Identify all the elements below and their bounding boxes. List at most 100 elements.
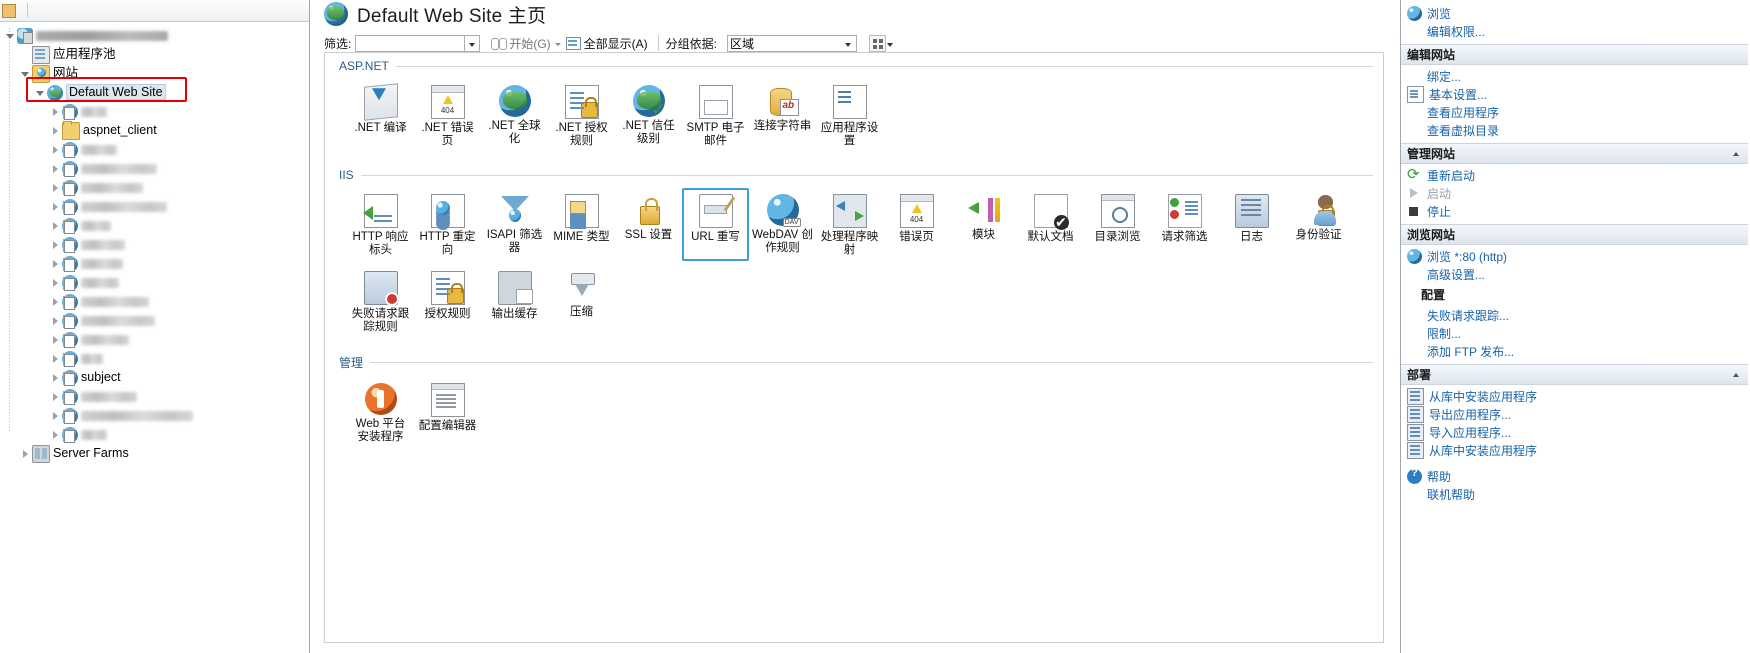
feature-tile-http-response-headers[interactable]: HTTP 响应标头 xyxy=(347,188,414,261)
expand-arrow-icon[interactable] xyxy=(51,411,61,421)
expand-arrow-icon[interactable] xyxy=(51,430,61,440)
feature-tile-url-rewrite[interactable]: URL 重写 xyxy=(682,188,749,261)
tree-item-redacted[interactable] xyxy=(0,292,309,311)
action-item-限制[interactable]: 限制... xyxy=(1401,324,1750,342)
action-item-帮助[interactable]: 帮助 xyxy=(1401,467,1750,485)
feature-tile-web-platform-installer[interactable]: Web 平台安装程序 xyxy=(347,377,414,448)
tree-item-server-farms[interactable]: Server Farms xyxy=(0,444,309,463)
collapse-arrow-icon[interactable] xyxy=(6,31,16,41)
chevron-down-icon[interactable] xyxy=(1730,147,1743,160)
feature-tile-request-filtering[interactable]: 请求筛选 xyxy=(1151,188,1218,261)
feature-tile-net-globalization[interactable]: .NET 全球化 xyxy=(481,79,548,152)
tree-item-subject[interactable]: subject xyxy=(0,368,309,387)
group-by-select[interactable]: 区域 xyxy=(727,34,858,52)
expand-arrow-icon[interactable] xyxy=(51,126,61,136)
action-item-重新启动[interactable]: 重新启动 xyxy=(1401,165,1750,184)
action-section-header[interactable]: 部署 xyxy=(1401,364,1748,385)
tree-item-redacted[interactable] xyxy=(0,102,309,121)
tree-item-redacted[interactable] xyxy=(0,425,309,444)
tree-item-redacted[interactable] xyxy=(0,387,309,406)
expand-arrow-icon[interactable] xyxy=(51,164,61,174)
expand-arrow-icon[interactable] xyxy=(21,449,31,459)
feature-tile-ssl-settings[interactable]: SSL 设置 xyxy=(615,188,682,261)
feature-tile-default-document[interactable]: 默认文档 xyxy=(1017,188,1084,261)
expand-arrow-icon[interactable] xyxy=(51,259,61,269)
feature-tile-net-error-pages[interactable]: .NET 错误页 xyxy=(414,79,481,152)
action-item-编辑权限[interactable]: 编辑权限... xyxy=(1401,22,1750,40)
tree-item-redacted[interactable] xyxy=(0,349,309,368)
tree-item-redacted[interactable] xyxy=(0,311,309,330)
expand-arrow-icon[interactable] xyxy=(51,278,61,288)
tree-item--[interactable]: 网站 xyxy=(0,64,309,83)
action-item-从库中安装应用程序[interactable]: 从库中安装应用程序 xyxy=(1401,387,1750,405)
feature-tile-error-pages[interactable]: 错误页 xyxy=(883,188,950,261)
tree-item-redacted[interactable] xyxy=(0,330,309,349)
feature-tile-application-settings[interactable]: 应用程序设置 xyxy=(816,79,883,152)
tree-item-redacted[interactable] xyxy=(0,178,309,197)
feature-tile-net-compilation[interactable]: .NET 编译 xyxy=(347,79,414,152)
filter-dropdown-arrow[interactable] xyxy=(465,34,481,52)
expand-arrow-icon[interactable] xyxy=(51,221,61,231)
action-item-查看应用程序[interactable]: 查看应用程序 xyxy=(1401,103,1750,121)
action-item-高级设置[interactable]: 高级设置... xyxy=(1401,265,1750,283)
feature-tile-modules[interactable]: 模块 xyxy=(950,188,1017,261)
action-item-从库中安装应用程序[interactable]: 从库中安装应用程序 xyxy=(1401,441,1750,459)
feature-tile-authentication[interactable]: 身份验证 xyxy=(1285,188,1352,261)
chevron-down-icon[interactable] xyxy=(1730,368,1743,381)
feature-tile-directory-browsing[interactable]: 目录浏览 xyxy=(1084,188,1151,261)
action-item-查看虚拟目录[interactable]: 查看虚拟目录 xyxy=(1401,121,1750,139)
expand-arrow-icon[interactable] xyxy=(51,392,61,402)
expand-arrow-icon[interactable] xyxy=(51,354,61,364)
expand-arrow-icon[interactable] xyxy=(51,297,61,307)
tree-item-redacted[interactable] xyxy=(0,140,309,159)
view-mode-caret-icon[interactable] xyxy=(886,35,896,52)
tree-item-aspnet-client[interactable]: aspnet_client xyxy=(0,120,309,140)
start-caret-icon[interactable] xyxy=(554,37,563,50)
expand-arrow-icon[interactable] xyxy=(51,316,61,326)
action-item-导入应用程序[interactable]: 导入应用程序... xyxy=(1401,423,1750,441)
feature-tile-failed-request-tracing-rules[interactable]: 失败请求跟踪规则 xyxy=(347,265,414,338)
action-item-基本设置[interactable]: 基本设置... xyxy=(1401,85,1750,103)
action-item-浏览[interactable]: 浏览 xyxy=(1401,4,1750,22)
tree-item-redacted[interactable] xyxy=(0,406,309,425)
feature-tile-http-redirect[interactable]: HTTP 重定向 xyxy=(414,188,481,261)
feature-tile-configuration-editor[interactable]: 配置编辑器 xyxy=(414,377,481,448)
feature-tile-compression[interactable]: 压缩 xyxy=(548,265,615,338)
expand-arrow-icon[interactable] xyxy=(51,335,61,345)
start-filter-button[interactable]: 开始(G) xyxy=(488,35,553,52)
action-item-浏览-80-http[interactable]: 浏览 *:80 (http) xyxy=(1401,247,1750,265)
action-item-绑定[interactable]: 绑定... xyxy=(1401,67,1750,85)
action-section-header[interactable]: 管理网站 xyxy=(1401,143,1748,164)
collapse-arrow-icon[interactable] xyxy=(21,69,31,79)
feature-tile-output-caching[interactable]: 输出缓存 xyxy=(481,265,548,338)
action-item-停止[interactable]: 停止 xyxy=(1401,202,1750,220)
tree-item-redacted[interactable] xyxy=(0,254,309,273)
feature-tile-net-authorization-rules[interactable]: .NET 授权规则 xyxy=(548,79,615,152)
action-item-联机帮助[interactable]: 联机帮助 xyxy=(1401,485,1750,503)
feature-tile-net-trust-levels[interactable]: .NET 信任级别 xyxy=(615,79,682,152)
feature-tile-handler-mappings[interactable]: 处理程序映射 xyxy=(816,188,883,261)
action-item-导出应用程序[interactable]: 导出应用程序... xyxy=(1401,405,1750,423)
expand-arrow-icon[interactable] xyxy=(51,240,61,250)
tree-item-default-web-site[interactable]: Default Web Site xyxy=(0,83,309,102)
tree-item--[interactable]: 应用程序池 xyxy=(0,45,309,64)
filter-input[interactable] xyxy=(355,34,466,52)
collapse-arrow-icon[interactable] xyxy=(36,88,46,98)
expand-arrow-icon[interactable] xyxy=(51,145,61,155)
feature-tile-webdav-authoring-rules[interactable]: WebDAV 创作规则 xyxy=(749,188,816,261)
feature-tile-isapi-filters[interactable]: ISAPI 筛选器 xyxy=(481,188,548,261)
tree-item-redacted[interactable] xyxy=(0,235,309,254)
action-item-失败请求跟踪[interactable]: 失败请求跟踪... xyxy=(1401,306,1750,324)
feature-tile-smtp-email[interactable]: SMTP 电子邮件 xyxy=(682,79,749,152)
feature-tile-logging[interactable]: 日志 xyxy=(1218,188,1285,261)
action-item-添加-ftp-发布[interactable]: 添加 FTP 发布... xyxy=(1401,342,1750,360)
expand-arrow-icon[interactable] xyxy=(51,183,61,193)
connection-icon[interactable] xyxy=(2,4,16,18)
feature-tile-authorization-rules[interactable]: 授权规则 xyxy=(414,265,481,338)
show-all-button[interactable]: 全部显示(A) xyxy=(563,35,651,52)
feature-tile-connection-strings[interactable]: 连接字符串 xyxy=(749,79,816,152)
expand-arrow-icon[interactable] xyxy=(51,202,61,212)
expand-arrow-icon[interactable] xyxy=(51,373,61,383)
tree-item-redacted[interactable] xyxy=(0,197,309,216)
view-mode-button[interactable] xyxy=(869,34,887,52)
